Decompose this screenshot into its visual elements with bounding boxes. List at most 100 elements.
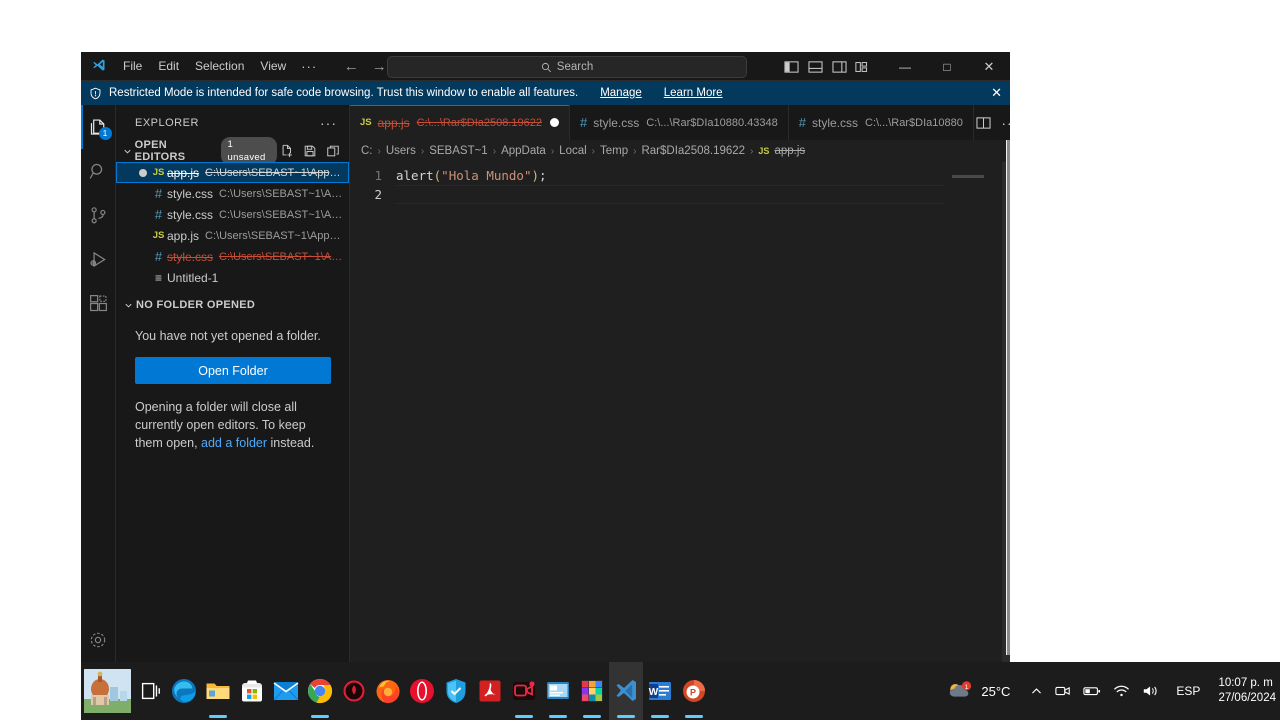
taskbar-item-visual-studio-code[interactable] [609,662,643,720]
activitybar-item-source-control[interactable] [81,193,116,237]
open-editor-filename: style.css [167,249,214,264]
open-folder-button[interactable]: Open Folder [135,357,331,384]
close-all-editors-icon[interactable] [323,141,343,161]
open-editor-item[interactable]: JS app.js C:\Users\SEBAST~1\AppDa... [116,162,349,183]
add-a-folder-link[interactable]: add a folder [201,436,267,450]
wifi-icon[interactable] [1107,662,1136,720]
input-language-indicator[interactable]: ESP [1166,684,1210,698]
code-editor[interactable]: 1 2 alert("Hola Mundo"); [350,162,1010,662]
start-thumbnail [83,669,131,713]
taskbar-item-app-red-circle[interactable] [337,662,371,720]
tab-unsaved-dot-icon[interactable] [550,118,560,127]
banner-manage-link[interactable]: Manage [600,87,642,99]
editor-tab[interactable]: # style.css C:\...\Rar$DIa10880.43348 [570,105,789,140]
open-editors-header[interactable]: OPEN EDITORS 1 unsaved [116,137,349,165]
taskbar-item-screen-recorder[interactable] [507,662,541,720]
taskbar-item-mail[interactable] [269,662,303,720]
taskbar-item-file-explorer[interactable] [201,662,235,720]
command-center-search[interactable]: Search [387,56,747,78]
go-forward-icon[interactable]: → [370,57,388,75]
taskbar-item-microsoft-edge[interactable] [167,662,201,720]
window-vertical-scrollbar[interactable] [1006,140,1010,655]
code-content[interactable]: alert("Hola Mundo"); [396,162,1010,662]
red-ring-icon [341,678,367,704]
banner-close-icon[interactable]: ✕ [991,81,1002,105]
breadcrumb-segment[interactable]: C: [361,145,373,157]
new-untitled-file-icon[interactable] [277,141,297,161]
banner-text: Restricted Mode is intended for safe cod… [109,87,579,99]
taskbar-item-microsoft-powerpoint[interactable]: P [677,662,711,720]
activitybar-item-search[interactable] [81,149,116,193]
banner-learn-more-link[interactable]: Learn More [664,87,723,99]
svg-text:P: P [690,688,696,698]
save-all-icon[interactable] [300,141,320,161]
editor-tab[interactable]: # style.css C:\...\Rar$DIa10880 [788,105,974,140]
taskbar-item-microsoft-word[interactable]: W [643,662,677,720]
taskbar-item-firefox[interactable] [371,662,405,720]
breadcrumb-segment[interactable]: Users [386,145,416,157]
breadcrumb-segment[interactable]: AppData [501,145,546,157]
taskbar-item-task-view[interactable] [133,662,167,720]
menu-selection[interactable]: Selection [187,52,252,80]
menu-edit[interactable]: Edit [150,52,187,80]
editor-group: JS app.js C:\...\Rar$DIa2508.19622 # style.c… [350,105,1010,662]
no-folder-header[interactable]: NO FOLDER OPENED [116,294,349,316]
menu-view[interactable]: View [252,52,294,80]
window-scrollbar-thumb[interactable] [1007,140,1010,655]
minimize-button[interactable]: — [884,52,926,81]
go-back-icon[interactable]: ← [342,57,360,75]
toggle-primary-sidebar-icon[interactable] [780,56,802,78]
open-editor-item[interactable]: # style.css C:\Users\SEBAST~1\App... [116,183,349,204]
weather-widget[interactable]: 1 25°C [937,680,1024,702]
open-editor-item[interactable]: JS app.js C:\Users\SEBAST~1\AppDa... [116,225,349,246]
search-icon [541,62,552,73]
breadcrumb-segment[interactable]: Rar$DIa2508.19622 [641,145,745,157]
task-view-icon [137,678,163,704]
activitybar-item-explorer[interactable]: 1 [81,105,116,149]
taskbar-item-google-chrome[interactable] [303,662,337,720]
firefox-icon [375,678,401,704]
volume-icon[interactable] [1136,662,1166,720]
minimap[interactable] [940,162,1002,662]
no-folder-label: NO FOLDER OPENED [136,299,256,311]
menu-file[interactable]: File [115,52,150,80]
code-line: alert("Hola Mundo"); [396,166,1010,185]
open-editor-item[interactable]: # style.css C:\Users\SEBAST~1\App... [116,204,349,225]
more-actions-icon[interactable]: ··· [1000,113,1010,133]
clock[interactable]: 10:07 p. m 27/06/2024 [1210,676,1276,706]
sidebar-more-actions-icon[interactable]: ··· [320,115,341,131]
clock-date: 27/06/2024 [1218,692,1276,704]
editor-tab[interactable]: JS app.js C:\...\Rar$DIa2508.19622 [350,105,571,140]
menu-bar: File Edit Selection View ··· [115,52,324,80]
taskbar-item-remote-desktop[interactable] [541,662,575,720]
maximize-button[interactable]: □ [926,52,968,81]
taskbar-item-security-shield-app[interactable] [439,662,473,720]
taskbar-item-colorful-app[interactable] [575,662,609,720]
opera-icon [409,678,435,704]
js-file-icon: JS [152,167,165,178]
breadcrumb-segment[interactable]: SEBAST~1 [429,145,488,157]
menu-more[interactable]: ··· [294,52,324,80]
unsaved-dot-icon [136,168,150,177]
close-button[interactable]: ✕ [968,52,1010,81]
taskbar-item-microsoft-store[interactable] [235,662,269,720]
taskbar-item-opera[interactable] [405,662,439,720]
split-editor-icon[interactable] [974,113,994,133]
activitybar-item-extensions[interactable] [81,281,116,325]
css-file-icon: # [154,186,163,201]
camera-icon[interactable] [1049,662,1077,720]
toggle-panel-icon[interactable] [804,56,826,78]
open-editor-item[interactable]: ≡ Untitled-1 [116,267,349,288]
breadcrumb-segment[interactable]: Local [559,145,587,157]
start-button[interactable] [81,662,133,720]
breadcrumb-file[interactable]: JS app.js [758,145,805,157]
taskbar-item-adobe-acrobat[interactable] [473,662,507,720]
breadcrumb-segment[interactable]: Temp [600,145,628,157]
toggle-secondary-sidebar-icon[interactable] [828,56,850,78]
activitybar-item-manage[interactable] [81,618,116,662]
battery-icon[interactable] [1077,662,1107,720]
activitybar-item-run-and-debug[interactable] [81,237,116,281]
show-hidden-icons-chevron[interactable] [1024,662,1049,720]
customize-layout-icon[interactable] [852,56,874,78]
open-editor-item[interactable]: # style.css C:\Users\SEBAST~1\App... [116,246,349,267]
